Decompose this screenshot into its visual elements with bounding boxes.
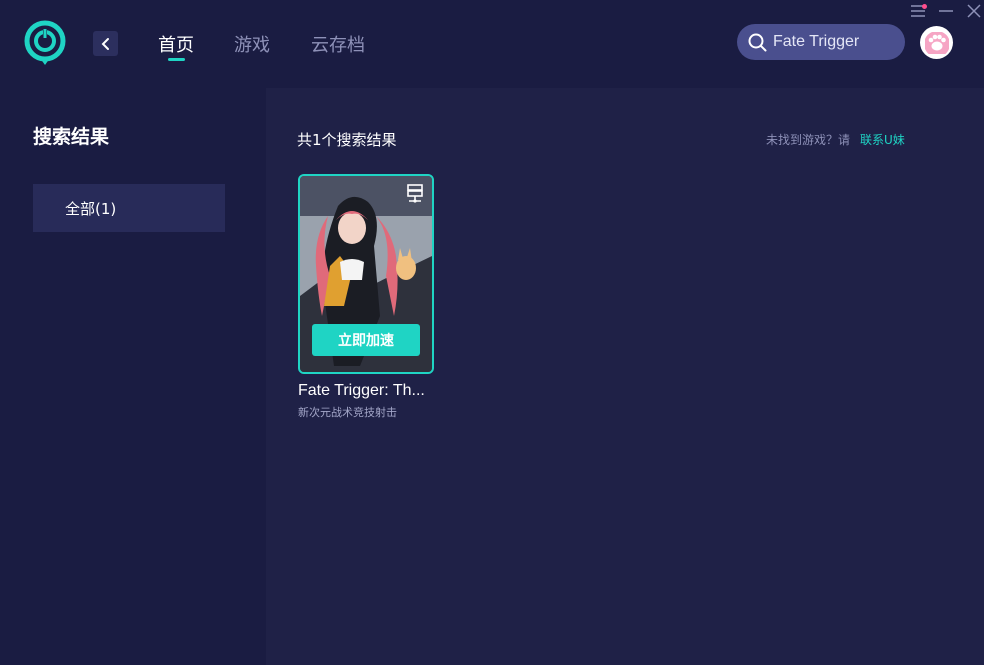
minimize-icon[interactable] [938,3,954,19]
app-logo-icon [24,20,66,65]
game-title[interactable]: Fate Trigger: Th... [298,382,438,400]
search-input[interactable] [773,33,903,51]
server-icon [407,184,423,203]
result-count: 共1个搜索结果 [297,131,397,149]
game-card[interactable]: 立即加速 [298,174,434,374]
close-icon[interactable] [966,3,982,19]
game-subtitle: 新次元战术竞技射击 [298,406,397,419]
paw-icon [924,31,949,54]
accelerate-button[interactable]: 立即加速 [312,324,420,356]
notification-dot [922,4,927,9]
tab-cloud-save[interactable]: 云存档 [311,31,365,57]
tab-games[interactable]: 游戏 [234,31,270,57]
contact-link[interactable]: 联系U妹 [860,131,905,148]
filter-item-all[interactable]: 全部(1) [33,184,225,232]
avatar[interactable] [920,26,953,59]
back-button[interactable] [93,31,118,56]
tab-active-indicator [168,58,185,61]
not-found-text: 未找到游戏？请 [766,133,851,147]
main-content: 共1个搜索结果 未找到游戏？请 联系U妹 立即加速 Fate Trigger: … [266,88,984,665]
sidebar: 搜索结果 全部(1) [0,88,266,665]
chevron-left-icon [101,37,109,50]
search-box[interactable] [737,24,905,60]
tab-home[interactable]: 首页 [158,31,194,57]
sidebar-title: 搜索结果 [33,126,110,148]
search-icon [748,33,767,51]
top-bar: 首页 游戏 云存档 [0,0,984,88]
